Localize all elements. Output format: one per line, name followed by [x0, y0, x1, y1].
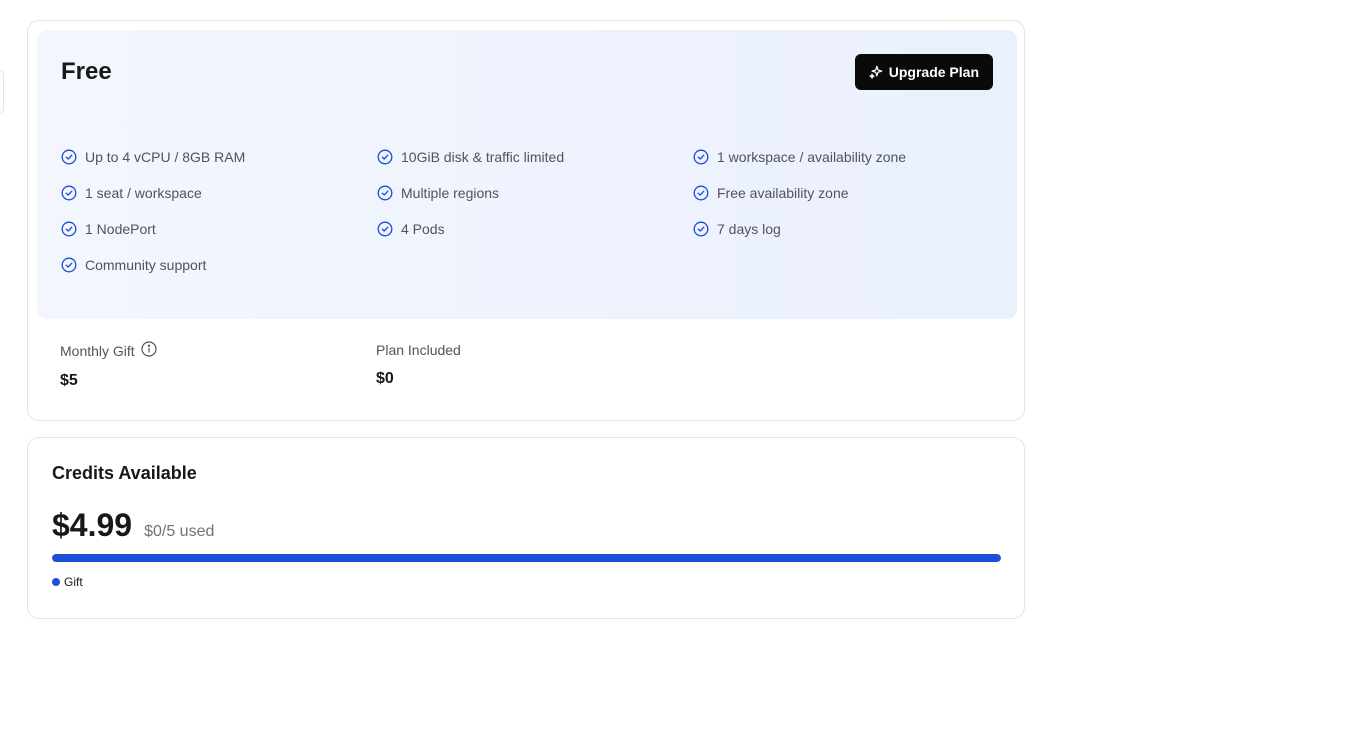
check-circle-icon — [61, 256, 77, 277]
monthly-gift-label: Monthly Gift — [60, 343, 135, 359]
feature-label: Community support — [85, 257, 207, 273]
monthly-gift-stat: Monthly Gift $5 — [60, 341, 376, 391]
feature-label: 7 days log — [717, 221, 781, 237]
plan-hero: Free Upgrade Plan Up to 4 vCPU / 8GB RAM… — [37, 30, 1017, 319]
feature-item: Community support — [61, 256, 377, 292]
credits-legend: Gift — [52, 575, 83, 589]
sparkle-icon — [869, 65, 883, 79]
legend-dot-icon — [52, 578, 60, 586]
check-circle-icon — [693, 148, 709, 169]
credits-used: $0/5 used — [144, 523, 215, 540]
feature-item: Multiple regions — [377, 184, 693, 220]
check-circle-icon — [693, 184, 709, 205]
credits-amount: $4.99 — [52, 507, 133, 543]
feature-label: 1 workspace / availability zone — [717, 149, 907, 165]
credits-title: Credits Available — [52, 463, 197, 483]
legend-label: Gift — [64, 575, 83, 589]
check-circle-icon — [377, 184, 393, 205]
feature-item: 1 seat / workspace — [61, 184, 377, 220]
feature-item: 10GiB disk & traffic limited — [377, 148, 693, 184]
monthly-gift-value: $5 — [60, 372, 78, 389]
upgrade-plan-button[interactable]: Upgrade Plan — [854, 54, 993, 90]
feature-item: 1 NodePort — [61, 220, 377, 256]
check-circle-icon — [61, 220, 77, 241]
plan-name: Free — [61, 58, 112, 85]
feature-label: 1 NodePort — [85, 221, 156, 237]
feature-item: 7 days log — [693, 220, 1009, 256]
plan-card: Free Upgrade Plan Up to 4 vCPU / 8GB RAM… — [27, 20, 1025, 421]
feature-item: 4 Pods — [377, 220, 693, 256]
feature-item: 1 workspace / availability zone — [693, 148, 1009, 184]
plan-included-value: $0 — [376, 370, 394, 387]
feature-label: 10GiB disk & traffic limited — [401, 149, 565, 165]
check-circle-icon — [693, 220, 709, 241]
plan-stats: Monthly Gift $5 Plan Included $0 — [60, 341, 692, 391]
feature-label: Multiple regions — [401, 185, 500, 201]
check-circle-icon — [61, 148, 77, 169]
check-circle-icon — [377, 148, 393, 169]
feature-item: Up to 4 vCPU / 8GB RAM — [61, 148, 377, 184]
feature-label: 1 seat / workspace — [85, 185, 202, 201]
check-circle-icon — [61, 184, 77, 205]
info-icon[interactable] — [141, 341, 157, 361]
check-circle-icon — [377, 220, 393, 241]
feature-label: Up to 4 vCPU / 8GB RAM — [85, 149, 246, 165]
left-edge-tab[interactable] — [0, 70, 4, 113]
feature-label: 4 Pods — [401, 221, 445, 237]
feature-item: Free availability zone — [693, 184, 1009, 220]
credits-card: Credits Available $4.99 $0/5 used Gift — [27, 437, 1025, 619]
feature-list: Up to 4 vCPU / 8GB RAM 10GiB disk & traff… — [61, 148, 1009, 292]
plan-included-stat: Plan Included $0 — [376, 341, 692, 391]
plan-included-label: Plan Included — [376, 342, 461, 358]
feature-label: Free availability zone — [717, 185, 849, 201]
credits-progress-fill — [52, 554, 1001, 562]
upgrade-plan-label: Upgrade Plan — [888, 64, 979, 80]
credits-summary: $4.99 $0/5 used — [52, 506, 214, 544]
credits-progress-bar — [52, 554, 1001, 562]
